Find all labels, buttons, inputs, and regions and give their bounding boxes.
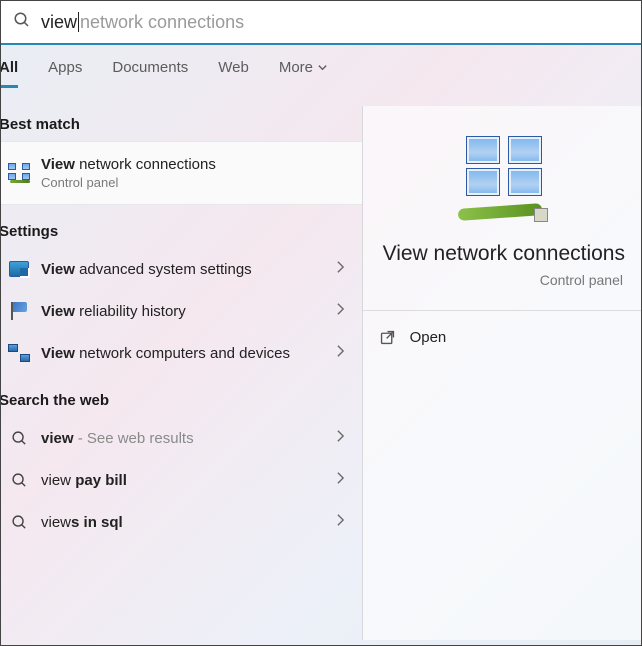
chevron-right-icon xyxy=(336,471,354,490)
section-search-web: Search the web xyxy=(0,374,362,417)
preview-subtitle: Control panel xyxy=(383,272,625,288)
tab-more[interactable]: More xyxy=(279,59,328,76)
text-caret xyxy=(78,12,79,32)
search-icon xyxy=(13,11,31,34)
results-column: Best match View network connections Cont… xyxy=(1,90,362,640)
web-result[interactable]: views in sql xyxy=(1,501,362,543)
search-typed-text: view xyxy=(31,12,77,33)
tab-apps[interactable]: Apps xyxy=(48,59,82,76)
chevron-down-icon xyxy=(317,62,328,73)
section-best-match: Best match xyxy=(0,90,362,141)
network-connections-large-icon xyxy=(460,134,548,222)
settings-result-reliability[interactable]: View reliability history xyxy=(1,290,362,332)
tab-documents[interactable]: Documents xyxy=(112,59,188,76)
web-result-label: view pay bill xyxy=(41,472,336,489)
chevron-right-icon xyxy=(336,302,354,321)
search-icon xyxy=(7,511,31,533)
flag-icon xyxy=(7,300,31,322)
tab-all[interactable]: All xyxy=(0,59,18,76)
tab-web[interactable]: Web xyxy=(218,59,249,76)
open-action[interactable]: Open xyxy=(363,311,641,364)
best-match-title: View network connections xyxy=(41,156,354,173)
open-label: Open xyxy=(410,329,447,346)
settings-result-advanced-system[interactable]: View advanced system settings xyxy=(1,248,362,290)
chevron-right-icon xyxy=(336,513,354,532)
web-result[interactable]: view - See web results xyxy=(1,417,362,459)
preview-title: View network connections xyxy=(383,242,625,266)
search-autocomplete-ghost: network connections xyxy=(80,12,244,33)
network-connections-icon xyxy=(7,162,31,184)
settings-result-label: View network computers and devices xyxy=(41,345,336,362)
settings-result-label: View advanced system settings xyxy=(41,261,336,278)
network-computers-icon xyxy=(7,342,31,364)
best-match-result[interactable]: View network connections Control panel xyxy=(1,141,362,205)
chevron-right-icon xyxy=(336,260,354,279)
web-result-label: views in sql xyxy=(41,514,336,531)
web-result[interactable]: view pay bill xyxy=(1,459,362,501)
settings-result-label: View reliability history xyxy=(41,303,336,320)
best-match-subtitle: Control panel xyxy=(41,175,354,190)
monitor-icon xyxy=(7,258,31,280)
preview-panel: View network connections Control panel O… xyxy=(362,106,641,640)
search-icon xyxy=(7,427,31,449)
search-icon xyxy=(7,469,31,491)
settings-result-network-computers[interactable]: View network computers and devices xyxy=(1,332,362,374)
web-result-label: view - See web results xyxy=(41,430,336,447)
tab-more-label: More xyxy=(279,59,313,76)
section-settings: Settings xyxy=(0,205,362,248)
open-external-icon xyxy=(379,329,396,346)
chevron-right-icon xyxy=(336,344,354,363)
chevron-right-icon xyxy=(336,429,354,448)
filter-tabs: All Apps Documents Web More xyxy=(0,45,641,90)
search-bar[interactable]: view network connections xyxy=(1,1,641,45)
